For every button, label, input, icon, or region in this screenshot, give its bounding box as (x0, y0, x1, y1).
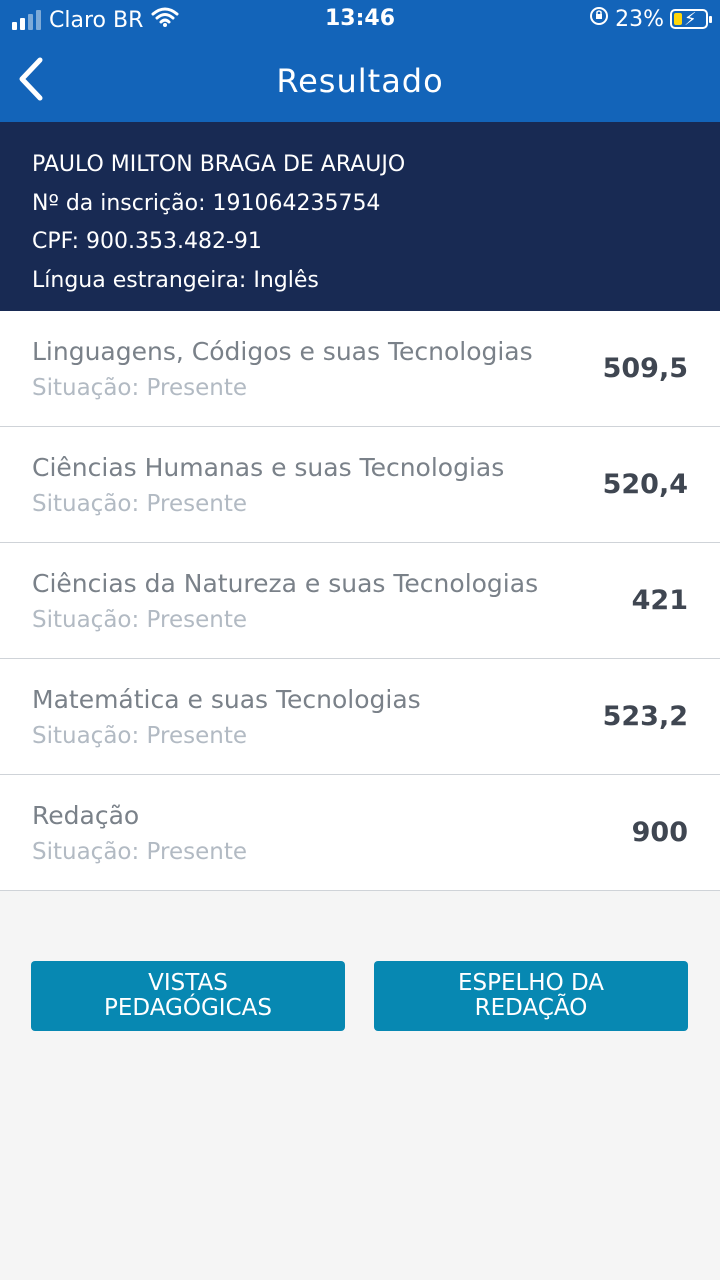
result-situacao: Situação: Presente (32, 375, 247, 401)
espelho-redacao-button[interactable]: ESPELHO DA REDAÇÃO (374, 961, 688, 1031)
battery-percent: 23% (615, 6, 664, 32)
vistas-label-line1: VISTAS (148, 970, 228, 996)
candidate-inscricao: Nº da inscrição: 191064235754 (32, 190, 381, 216)
page-title: Resultado (276, 62, 444, 100)
result-area: Redação (32, 801, 140, 830)
result-score: 900 (631, 817, 688, 848)
result-score: 523,2 (602, 701, 688, 732)
result-area: Ciências da Natureza e suas Tecnologias (32, 569, 539, 598)
vistas-pedagogicas-button[interactable]: VISTAS PEDAGÓGICAS (31, 961, 345, 1031)
result-row[interactable]: Matemática e suas Tecnologias Situação: … (0, 659, 720, 775)
espelho-label-line1: ESPELHO DA (457, 970, 605, 996)
result-situacao: Situação: Presente (32, 491, 247, 517)
result-situacao: Situação: Presente (32, 839, 247, 865)
candidate-lingua: Língua estrangeira: Inglês (32, 267, 319, 293)
orientation-lock-icon (589, 6, 609, 32)
result-row[interactable]: Linguagens, Códigos e suas Tecnologias S… (0, 311, 720, 427)
status-bar: Claro BR 13:46 23% ⚡ (0, 0, 720, 40)
results-list: Linguagens, Códigos e suas Tecnologias S… (0, 311, 720, 891)
result-row[interactable]: Ciências da Natureza e suas Tecnologias … (0, 543, 720, 659)
result-situacao: Situação: Presente (32, 723, 247, 749)
result-row[interactable]: Redação Situação: Presente 900 (0, 775, 720, 891)
result-score: 509,5 (602, 353, 688, 384)
result-row[interactable]: Ciências Humanas e suas Tecnologias Situ… (0, 427, 720, 543)
top-bar: Claro BR 13:46 23% ⚡ Resultado (0, 0, 720, 122)
result-situacao: Situação: Presente (32, 607, 247, 633)
result-area: Ciências Humanas e suas Tecnologias (32, 453, 505, 482)
espelho-label-line2: REDAÇÃO (474, 995, 588, 1021)
vistas-label-line2: PEDAGÓGICAS (104, 995, 272, 1021)
result-score: 421 (631, 585, 688, 616)
result-score: 520,4 (602, 469, 688, 500)
nav-bar: Resultado (0, 40, 720, 122)
result-area: Matemática e suas Tecnologias (32, 685, 421, 714)
candidate-name: PAULO MILTON BRAGA DE ARAUJO (32, 152, 406, 177)
result-area: Linguagens, Códigos e suas Tecnologias (32, 337, 533, 366)
candidate-info: PAULO MILTON BRAGA DE ARAUJO Nº da inscr… (0, 122, 720, 311)
candidate-cpf: CPF: 900.353.482-91 (32, 229, 262, 254)
battery-charging-icon: ⚡ (670, 9, 712, 30)
